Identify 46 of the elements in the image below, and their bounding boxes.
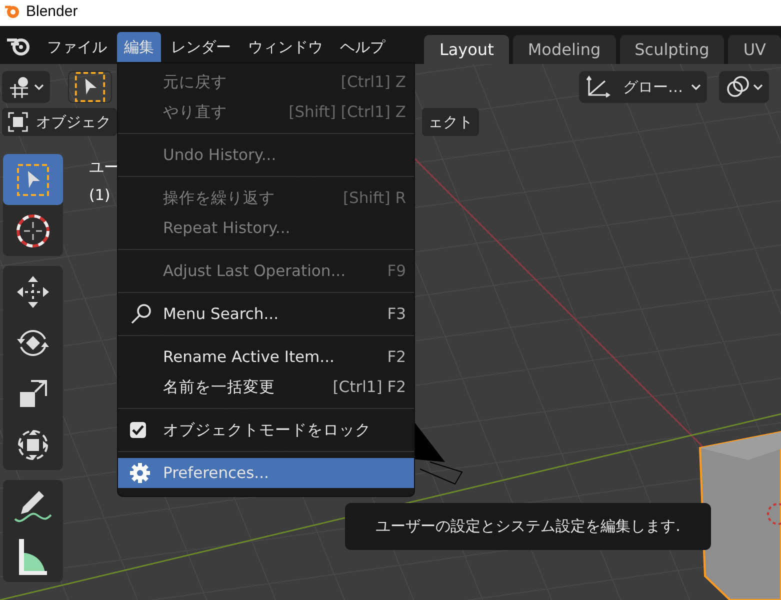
header-menu-item[interactable]: ェクト [422,108,479,136]
menu-entry[interactable]: オブジェクトモードをロック [118,415,414,445]
select-tool-button[interactable] [68,71,112,103]
shortcut-text: F2 [387,348,406,366]
workspace-tab[interactable]: Modeling [512,35,616,64]
shortcut-text: F3 [387,305,406,323]
settings-icon [130,463,150,483]
menu-item[interactable]: 編集 [117,32,161,62]
checkbox[interactable] [130,422,146,438]
chevron-down-icon [691,83,701,91]
shortcut-text: F9 [387,262,406,280]
shortcut-text: [Ctrl1] Z [340,73,406,91]
workspace-tab[interactable]: Layout [424,35,509,64]
menu-item[interactable]: ヘルプ [333,32,392,62]
interaction-dropdown[interactable] [2,71,50,103]
move-icon [15,274,51,310]
search-icon [130,303,152,325]
chevron-down-icon [34,83,44,91]
scale-icon [17,378,49,410]
workspace-tab[interactable]: Sculpting [620,35,724,64]
select-box-icon [16,162,50,196]
orientation-dropdown[interactable]: グロー… [579,71,707,103]
link-rings-icon [725,75,751,99]
shortcut-text: [Ctrl1] F2 [332,378,406,396]
shortcut-text: [Shift] R [342,189,406,207]
menu-entry[interactable]: Rename Active Item... F2 [118,342,414,372]
object-mode-icon [8,112,28,132]
mode-dropdown[interactable]: オブジェク [2,108,117,136]
menu-item[interactable]: ウィンドウ [241,32,330,62]
select-box-icon [74,71,106,103]
axes-icon [585,75,611,99]
cursor-icon [15,212,51,248]
menu-item[interactable]: レンダー [164,32,238,62]
menu-entry[interactable]: Menu Search... F3 [118,299,414,329]
menu-entry[interactable]: Preferences... [118,458,414,488]
menu-entry[interactable]: 名前を一括変更 [Ctrl1] F2 [118,372,414,402]
pivot-dropdown[interactable] [719,71,769,103]
viewport-info-text: ユー [89,158,119,177]
shortcut-text: [Shift] [Ctrl1] Z [288,103,406,121]
menu-item[interactable]: ファイル [40,32,114,62]
window-title: Blender [26,2,78,20]
app-logo-icon [4,3,20,19]
workspace-tab[interactable]: UV [728,35,781,64]
chevron-down-icon [753,83,763,91]
viewport-info-text: (1) [89,186,112,204]
tooltip-text: ユーザーの設定とシステム設定を編集します. [376,517,680,536]
